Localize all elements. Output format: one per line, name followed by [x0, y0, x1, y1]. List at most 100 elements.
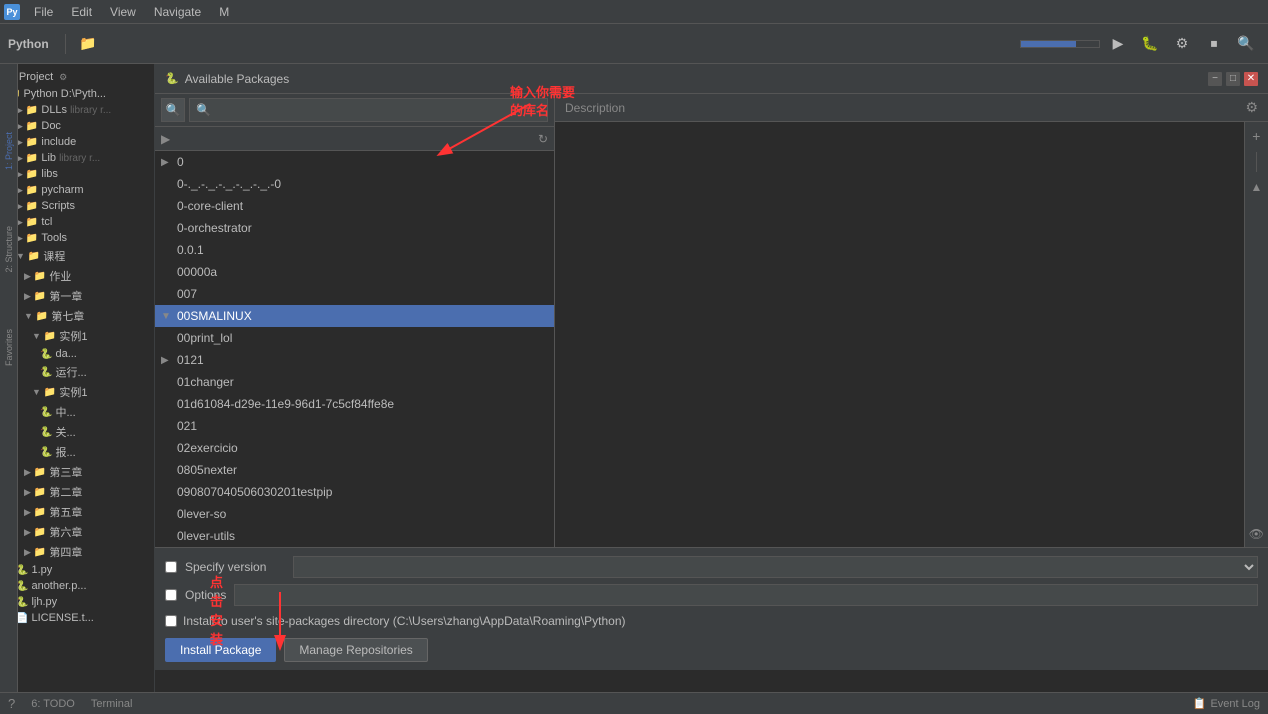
sidebar-example2[interactable]: ▼ 📁 实例1	[0, 382, 154, 402]
project-tab[interactable]: 1: Project	[1, 124, 17, 178]
pkg-5[interactable]: 00000a	[155, 261, 554, 283]
sidebar-homework[interactable]: ▶ 📁 作业	[0, 266, 154, 286]
menu-view[interactable]: View	[102, 3, 144, 21]
profile-btn[interactable]: ⚙	[1168, 30, 1196, 58]
install-package-btn[interactable]: Install Package	[165, 638, 276, 662]
sidebar-license[interactable]: 📄 LICENSE.t...	[0, 610, 154, 626]
pkg-11[interactable]: 01d61084-d29e-11e9-96d1-7c5cf84ffe8e	[155, 393, 554, 415]
sidebar-scripts[interactable]: ▶ 📁 Scripts	[0, 198, 154, 214]
pkg-14[interactable]: 0805nexter	[155, 459, 554, 481]
search-btn[interactable]: 🔍	[1232, 30, 1260, 58]
structure-tab[interactable]: 2: Structure	[1, 218, 17, 281]
ch2-caret: ▶	[24, 487, 31, 498]
sidebar-doc[interactable]: ▶ 📁 Doc	[0, 118, 154, 134]
pkg-16-name: 0lever-so	[177, 507, 226, 521]
search-input[interactable]	[189, 98, 548, 122]
sidebar-lib[interactable]: ▶ 📁 Lib library r...	[0, 150, 154, 166]
sidebar-guan-file[interactable]: 🐍 关...	[0, 422, 154, 442]
refresh-btn[interactable]: ↻	[538, 132, 548, 146]
menu-file[interactable]: File	[26, 3, 61, 21]
sidebar-project-header[interactable]: ▼ Project ⚙	[0, 68, 154, 86]
help-btn[interactable]: ?	[8, 696, 15, 711]
scroll-up-btn[interactable]: ▲	[1250, 180, 1262, 194]
add-icon-btn[interactable]: +	[1252, 128, 1260, 144]
desc-gear-icon[interactable]: ⚙	[1245, 99, 1258, 116]
terminal-item[interactable]: Terminal	[91, 698, 133, 710]
sidebar-ch5[interactable]: ▶ 📁 第五章	[0, 502, 154, 522]
courses-label: 课程	[43, 248, 65, 264]
sidebar-include[interactable]: ▶ 📁 include	[0, 134, 154, 150]
search-icon-btn[interactable]: 🔍	[161, 98, 185, 122]
project-btn[interactable]: 📁	[74, 30, 102, 58]
dialog-title-area: 🐍 Available Packages	[165, 72, 289, 86]
dialog-minimize-btn[interactable]: −	[1208, 72, 1222, 86]
options-checkbox[interactable]	[165, 589, 177, 601]
sidebar-root[interactable]: 📁 Python D:\Pyth...	[0, 86, 154, 102]
bao-icon: 🐍	[40, 447, 52, 458]
sidebar-ch7[interactable]: ▼ 📁 第七章	[0, 306, 154, 326]
run-btn[interactable]: ▶	[1104, 30, 1132, 58]
ch7-label: 第七章	[51, 308, 84, 324]
pkg-1[interactable]: 0-._.-._.-._.-._.-._.-0	[155, 173, 554, 195]
pkg-0[interactable]: ▶ 0	[155, 151, 554, 173]
dialog-restore-btn[interactable]: □	[1226, 72, 1240, 86]
dialog-title: Available Packages	[185, 72, 290, 86]
pkg-17[interactable]: 0lever-utils	[155, 525, 554, 547]
sidebar-ch6[interactable]: ▶ 📁 第六章	[0, 522, 154, 542]
sidebar-zh-file[interactable]: 🐍 中...	[0, 402, 154, 422]
sidebar-ch4[interactable]: ▶ 📁 第四章	[0, 542, 154, 562]
event-log-item[interactable]: 📋 Event Log	[1193, 697, 1260, 710]
sidebar-da-file[interactable]: 🐍 da...	[0, 346, 154, 362]
guan-icon: 🐍	[40, 427, 52, 438]
pkg-11-name: 01d61084-d29e-11e9-96d1-7c5cf84ffe8e	[177, 397, 394, 411]
sidebar-tcl[interactable]: ▶ 📁 tcl	[0, 214, 154, 230]
sidebar-tools[interactable]: ▶ 📁 Tools	[0, 230, 154, 246]
manage-repos-btn[interactable]: Manage Repositories	[284, 638, 427, 662]
pkg-6[interactable]: 007	[155, 283, 554, 305]
dialog-body: 🔍 ▶ ↻ ▶ 0 0-._.-._.	[155, 94, 1268, 547]
sidebar-ch2[interactable]: ▶ 📁 第二章	[0, 482, 154, 502]
sidebar-pycharm[interactable]: ▶ 📁 pycharm	[0, 182, 154, 198]
dialog-close-btn[interactable]: ✕	[1244, 72, 1258, 86]
pkg-13[interactable]: 02exercicio	[155, 437, 554, 459]
todo-item[interactable]: 6: TODO	[31, 698, 75, 710]
favorites-tab[interactable]: Favorites	[1, 321, 17, 374]
sidebar-1py[interactable]: 🐍 1.py	[0, 562, 154, 578]
version-select[interactable]	[293, 556, 1258, 578]
sidebar-ch3[interactable]: ▶ 📁 第三章	[0, 462, 154, 482]
sidebar-libs[interactable]: ▶ 📁 libs	[0, 166, 154, 182]
progress-fill	[1021, 41, 1076, 47]
options-input[interactable]	[234, 584, 1258, 606]
pkg-9[interactable]: ▶ 0121	[155, 349, 554, 371]
pkg-15[interactable]: 090807040506030201testpip	[155, 481, 554, 503]
sidebar-courses[interactable]: ▼ 📁 课程	[0, 246, 154, 266]
install-path-checkbox[interactable]	[165, 615, 177, 627]
pkg-4[interactable]: 0.0.1	[155, 239, 554, 261]
right-action-panel: + ▲ 👁	[1244, 122, 1268, 547]
eye-icon-btn[interactable]: 👁	[1249, 527, 1264, 541]
sidebar-dlls[interactable]: ▶ 📁 DLLs library r...	[0, 102, 154, 118]
stop-btn[interactable]: ⏹	[1200, 30, 1228, 58]
sidebar-ch1[interactable]: ▶ 📁 第一章	[0, 286, 154, 306]
specify-version-checkbox[interactable]	[165, 561, 177, 573]
options-label: Options	[185, 588, 226, 602]
debug-btn[interactable]: 🐛	[1136, 30, 1164, 58]
sidebar-bao-file[interactable]: 🐍 报...	[0, 442, 154, 462]
menu-edit[interactable]: Edit	[63, 3, 100, 21]
sidebar-run-file[interactable]: 🐍 运行...	[0, 362, 154, 382]
menu-navigate[interactable]: Navigate	[146, 3, 209, 21]
pkg-7[interactable]: ▼ 00SMALINUX	[155, 305, 554, 327]
pkg-3[interactable]: 0-orchestrator	[155, 217, 554, 239]
pkg-8[interactable]: 00print_lol	[155, 327, 554, 349]
menu-m[interactable]: M	[211, 3, 237, 21]
pkg-10[interactable]: 01changer	[155, 371, 554, 393]
pkg-16[interactable]: 0lever-so	[155, 503, 554, 525]
sidebar-another-py[interactable]: 🐍 another.p...	[0, 578, 154, 594]
pkg-2[interactable]: 0-core-client	[155, 195, 554, 217]
pkg-0-expand: ▶	[161, 157, 173, 168]
content-area: ▼ Project ⚙ 📁 Python D:\Pyth... ▶ 📁 DLLs…	[0, 64, 1268, 692]
install-path-row: Install to user's site-packages director…	[165, 614, 1258, 628]
pkg-12[interactable]: 021	[155, 415, 554, 437]
sidebar-ljh-py[interactable]: 🐍 ljh.py	[0, 594, 154, 610]
sidebar-example1[interactable]: ▼ 📁 实例1	[0, 326, 154, 346]
